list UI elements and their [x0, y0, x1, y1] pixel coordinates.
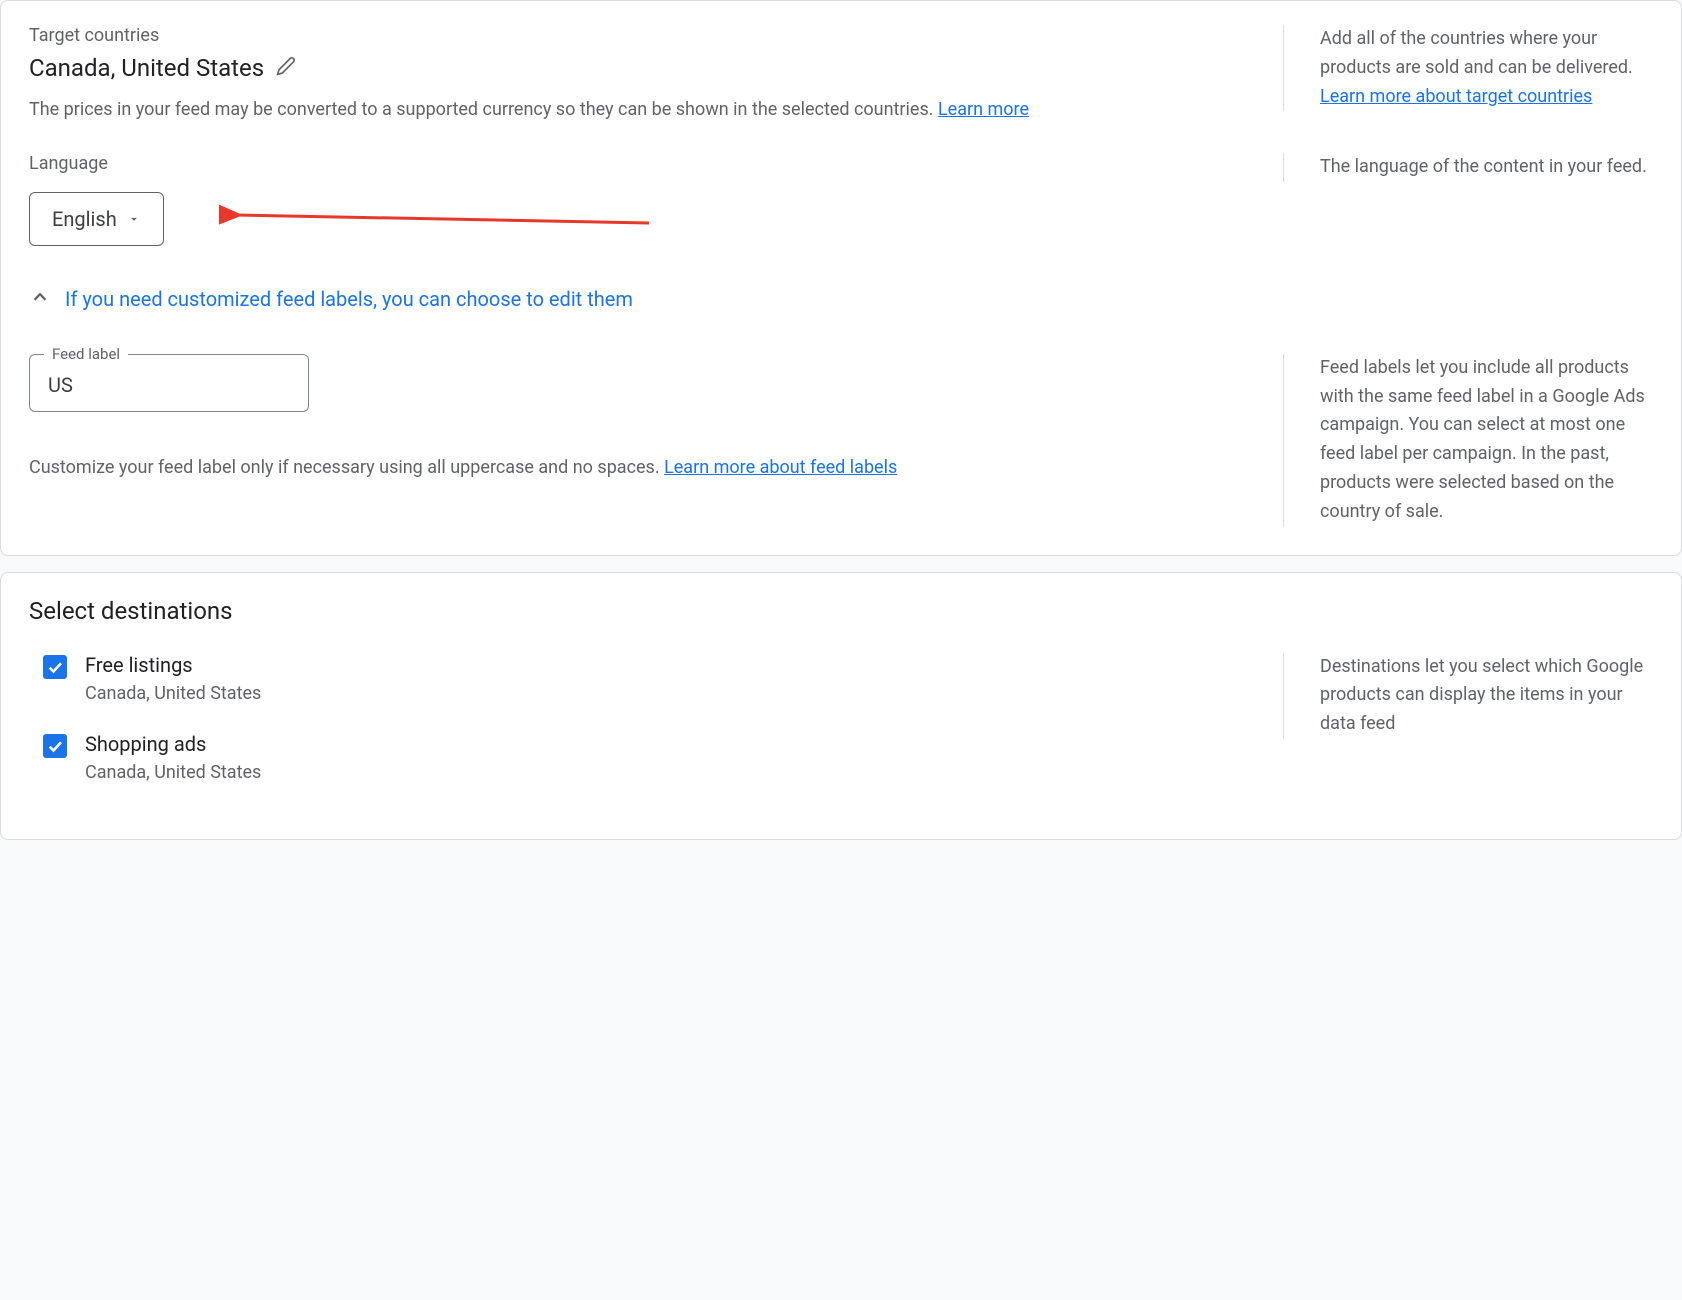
shopping-ads-label: Shopping ads: [85, 732, 261, 756]
destination-item: Free listings Canada, United States: [43, 653, 1251, 704]
dropdown-arrow-icon: [127, 207, 141, 231]
feed-labels-expand-text: If you need customized feed labels, you …: [65, 287, 633, 311]
destination-item: Shopping ads Canada, United States: [43, 732, 1251, 783]
target-countries-label: Target countries: [29, 25, 1251, 46]
chevron-up-icon: [29, 286, 51, 312]
language-dropdown[interactable]: English: [29, 192, 164, 246]
target-countries-side-link[interactable]: Learn more about target countries: [1320, 86, 1592, 107]
feed-label-help: Customize your feed label only if necess…: [29, 454, 1251, 483]
feed-label-learn-more-link[interactable]: Learn more about feed labels: [664, 457, 897, 478]
feed-label-floating-label: Feed label: [44, 345, 128, 363]
feed-label-input[interactable]: Feed label US: [29, 354, 309, 412]
countries-learn-more-link[interactable]: Learn more: [938, 99, 1029, 120]
target-countries-help: The prices in your feed may be converted…: [29, 96, 1251, 125]
edit-countries-icon[interactable]: [276, 54, 296, 82]
target-countries-side-help: Add all of the countries where your prod…: [1283, 25, 1653, 111]
free-listings-sub: Canada, United States: [85, 683, 261, 704]
feed-labels-expand-toggle[interactable]: If you need customized feed labels, you …: [29, 286, 1653, 312]
shopping-ads-checkbox[interactable]: [43, 734, 67, 758]
target-countries-value: Canada, United States: [29, 54, 264, 82]
free-listings-checkbox[interactable]: [43, 655, 67, 679]
free-listings-label: Free listings: [85, 653, 261, 677]
language-label: Language: [29, 153, 1251, 174]
feed-label-side-help: Feed labels let you include all products…: [1283, 354, 1653, 527]
feed-label-value: US: [48, 373, 73, 397]
language-side-help: The language of the content in your feed…: [1283, 153, 1653, 182]
destinations-side-help: Destinations let you select which Google…: [1283, 653, 1653, 739]
destinations-title: Select destinations: [29, 597, 1653, 625]
shopping-ads-sub: Canada, United States: [85, 762, 261, 783]
language-value: English: [52, 207, 117, 231]
annotation-arrow-icon: [219, 201, 659, 241]
